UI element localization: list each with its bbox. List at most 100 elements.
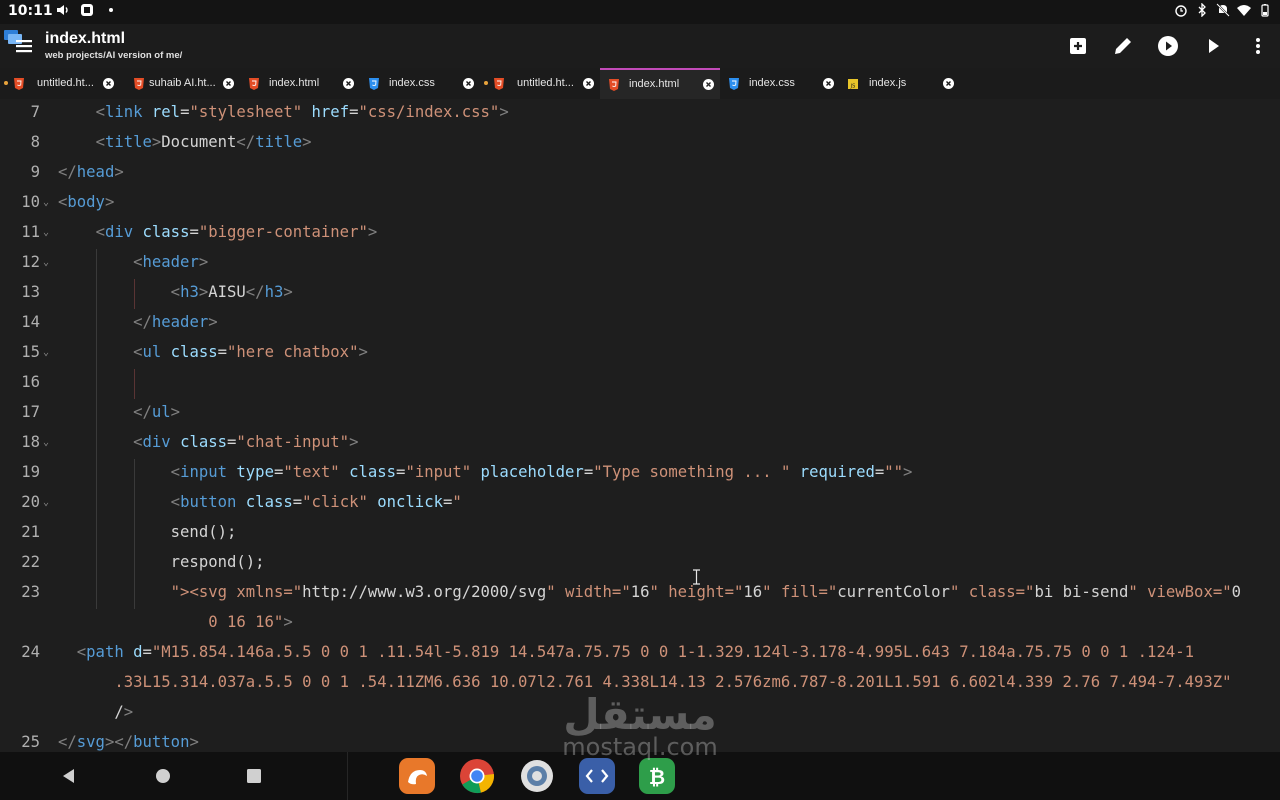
close-tab-icon[interactable] bbox=[223, 78, 234, 89]
close-tab-icon[interactable] bbox=[343, 78, 354, 89]
code-line[interactable]: <h3>AISU</h3> bbox=[58, 283, 293, 301]
tab-label: index.html bbox=[269, 77, 320, 89]
close-tab-icon[interactable] bbox=[703, 79, 714, 90]
code-line-wrap[interactable]: 0 16 16"> bbox=[58, 613, 293, 631]
chrome-icon[interactable] bbox=[459, 758, 495, 794]
add-file-icon[interactable] bbox=[1066, 34, 1090, 58]
code-line[interactable]: send(); bbox=[58, 523, 237, 541]
tab-label: index.css bbox=[389, 77, 435, 89]
code-line[interactable]: "><svg xmlns="http://www.w3.org/2000/svg… bbox=[58, 583, 1241, 601]
alarm-icon bbox=[1174, 3, 1188, 17]
fold-chevron-icon[interactable]: ⌄ bbox=[43, 197, 49, 208]
html-file-icon bbox=[494, 78, 504, 90]
line-number: 21 bbox=[21, 523, 40, 541]
tab-index-html-active[interactable]: index.html bbox=[600, 68, 720, 100]
code-line[interactable]: <body> bbox=[58, 193, 114, 211]
html-file-icon bbox=[134, 78, 144, 90]
code-line[interactable]: <path d="M15.854.146a.5.5 0 0 1 .11.54l-… bbox=[58, 643, 1194, 661]
line-number: 19 bbox=[21, 463, 40, 481]
line-number: 17 bbox=[21, 403, 40, 421]
code-line[interactable]: </head> bbox=[58, 163, 124, 181]
wifi-icon bbox=[1237, 3, 1251, 17]
back-icon[interactable] bbox=[58, 765, 80, 787]
code-line[interactable]: <header> bbox=[58, 253, 208, 271]
code-line[interactable]: </header> bbox=[58, 313, 218, 331]
drawer-menu-icon[interactable] bbox=[2, 26, 36, 58]
code-line[interactable]: <div class="chat-input"> bbox=[58, 433, 358, 451]
line-number: 14 bbox=[21, 313, 40, 331]
tab-index-js[interactable]: JS index.js bbox=[840, 69, 960, 98]
edit-icon[interactable] bbox=[1111, 34, 1135, 58]
line-number: 18 bbox=[21, 433, 40, 451]
line-number: 15 bbox=[21, 343, 40, 361]
close-tab-icon[interactable] bbox=[943, 78, 954, 89]
tab-label: index.js bbox=[869, 77, 907, 89]
close-tab-icon[interactable] bbox=[103, 78, 114, 89]
code-line[interactable]: </ul> bbox=[58, 403, 180, 421]
line-number: 11 bbox=[21, 223, 40, 241]
volume-icon bbox=[56, 3, 70, 17]
more-vert-icon[interactable] bbox=[1246, 34, 1270, 58]
css-file-icon bbox=[729, 78, 739, 90]
line-number: 7 bbox=[30, 103, 40, 121]
svg-text:₿: ₿ bbox=[649, 765, 665, 789]
tab-suhaib-ai[interactable]: suhaib AI.ht... bbox=[120, 69, 240, 98]
fold-chevron-icon[interactable]: ⌄ bbox=[43, 497, 49, 508]
tab-index-css-1[interactable]: index.css bbox=[360, 69, 480, 98]
tab-bar: untitled.ht... suhaib AI.ht... index.htm… bbox=[0, 68, 1280, 100]
close-tab-icon[interactable] bbox=[583, 78, 594, 89]
code-editor-icon[interactable] bbox=[579, 758, 615, 794]
close-tab-icon[interactable] bbox=[823, 78, 834, 89]
line-number: 20 bbox=[21, 493, 40, 511]
code-line[interactable]: <link rel="stylesheet" href="css/index.c… bbox=[58, 103, 509, 121]
uc-browser-icon[interactable] bbox=[399, 758, 435, 794]
battery-icon bbox=[1258, 3, 1272, 17]
close-tab-icon[interactable] bbox=[463, 78, 474, 89]
code-line-wrap[interactable]: .33L15.314.037a.5.5 0 0 1 .54.11ZM6.636 … bbox=[58, 673, 1231, 691]
tab-untitled-2[interactable]: untitled.ht... bbox=[480, 69, 600, 98]
play-icon[interactable] bbox=[1201, 34, 1225, 58]
settings-icon[interactable] bbox=[519, 758, 555, 794]
tab-index-css-2[interactable]: index.css bbox=[720, 69, 840, 98]
svg-text:JS: JS bbox=[850, 84, 856, 90]
unsaved-dot-icon bbox=[4, 81, 8, 85]
tab-untitled-1[interactable]: untitled.ht... bbox=[0, 69, 120, 98]
indent-guide bbox=[134, 369, 135, 399]
code-line[interactable]: <ul class="here chatbox"> bbox=[58, 343, 368, 361]
file-path: web projects/AI version of me/ bbox=[45, 50, 183, 61]
fold-chevron-icon[interactable]: ⌄ bbox=[43, 227, 49, 238]
run-preview-icon[interactable] bbox=[1156, 34, 1180, 58]
home-icon[interactable] bbox=[152, 765, 174, 787]
bluetooth-icon bbox=[1195, 2, 1209, 18]
fold-chevron-icon[interactable]: ⌄ bbox=[43, 347, 49, 358]
line-number: 12 bbox=[21, 253, 40, 271]
code-line[interactable]: <input type="text" class="input" placeho… bbox=[58, 463, 913, 481]
navigation-bar: ₿ bbox=[0, 752, 1280, 800]
code-line-wrap[interactable]: /> bbox=[58, 703, 133, 721]
recents-icon[interactable] bbox=[243, 765, 265, 787]
code-line[interactable]: <title>Document</title> bbox=[58, 133, 312, 151]
fold-chevron-icon[interactable]: ⌄ bbox=[43, 257, 49, 268]
js-file-icon: JS bbox=[848, 79, 858, 90]
line-number: 13 bbox=[21, 283, 40, 301]
line-number: 16 bbox=[21, 373, 40, 391]
mute-icon bbox=[1216, 3, 1230, 17]
line-number: 25 bbox=[21, 733, 40, 751]
status-time: 10:11 bbox=[8, 3, 53, 19]
css-file-icon bbox=[369, 78, 379, 90]
unsaved-dot-icon bbox=[484, 81, 488, 85]
bitcoin-app-icon[interactable]: ₿ bbox=[639, 758, 675, 794]
line-number: 22 bbox=[21, 553, 40, 571]
tab-label: suhaib AI.ht... bbox=[149, 77, 216, 89]
fold-chevron-icon[interactable]: ⌄ bbox=[43, 437, 49, 448]
app-bar: index.html web projects/AI version of me… bbox=[0, 24, 1280, 68]
line-number: 10 bbox=[21, 193, 40, 211]
code-line[interactable]: <div class="bigger-container"> bbox=[58, 223, 378, 241]
tab-label: untitled.ht... bbox=[517, 77, 574, 89]
code-line[interactable]: </svg></button> bbox=[58, 733, 199, 751]
code-line[interactable]: respond(); bbox=[58, 553, 265, 571]
tab-index-html-1[interactable]: index.html bbox=[240, 69, 360, 98]
code-editor[interactable]: 7 <link rel="stylesheet" href="css/index… bbox=[0, 99, 1280, 752]
code-line[interactable]: <button class="click" onclick=" bbox=[58, 493, 462, 511]
line-number: 23 bbox=[21, 583, 40, 601]
